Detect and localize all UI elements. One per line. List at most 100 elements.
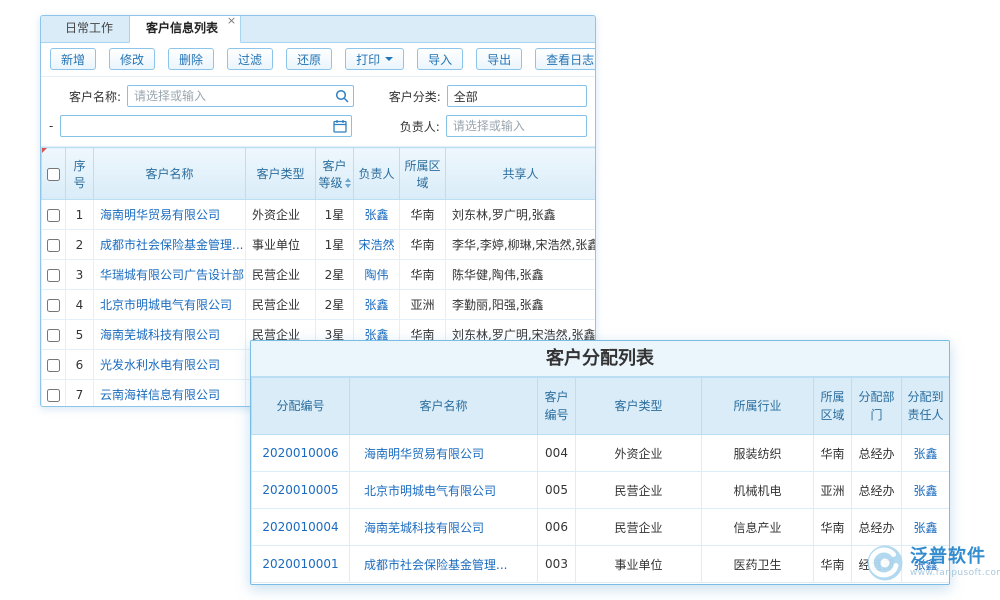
customer-name-link[interactable]: 海南明华贸易有限公司 [100, 208, 220, 222]
cell-no: 2 [66, 230, 94, 260]
sort-icon[interactable] [345, 178, 351, 188]
allocation-row[interactable]: 2020010005 北京市明城电气有限公司 005 民营企业 机械机电 亚洲 … [252, 472, 950, 509]
cell-region: 亚洲 [400, 290, 446, 320]
date-input-wrap [60, 115, 352, 137]
export-button[interactable]: 导出 [476, 48, 522, 70]
add-button[interactable]: 新增 [50, 48, 96, 70]
modify-button[interactable]: 修改 [109, 48, 155, 70]
table-row[interactable]: 4 北京市明城电气有限公司 民营企业 2星 张鑫 亚洲 李勤丽,阳强,张鑫 [42, 290, 596, 320]
customer-name-link[interactable]: 海南明华贸易有限公司 [364, 447, 484, 461]
assignee-link[interactable]: 张鑫 [913, 447, 937, 461]
owner-link[interactable]: 张鑫 [364, 298, 388, 312]
header-corner-mark [42, 148, 47, 153]
col-header-shared[interactable]: 共享人 [446, 148, 596, 200]
fanpu-logo-icon [866, 544, 904, 582]
watermark-text: 泛普软件 www.fanpusoft.com [910, 547, 1000, 578]
owner-input-wrap [446, 115, 587, 137]
cell-no: 5 [66, 320, 94, 350]
owner-input[interactable] [446, 115, 587, 137]
customer-name-link[interactable]: 北京市明城电气有限公司 [100, 298, 232, 312]
customer-name-link[interactable]: 海南芜城科技有限公司 [364, 521, 484, 535]
cell-type: 民营企业 [576, 472, 702, 509]
cell-dept: 总经办 [852, 509, 902, 546]
cell-cust-no: 005 [538, 472, 576, 509]
cell-cust-no: 004 [538, 435, 576, 472]
customer-name-link[interactable]: 光发水利水电有限公司 [100, 358, 220, 372]
cell-industry: 服装纺织 [702, 435, 814, 472]
col-header-dept[interactable]: 分配部门 [852, 378, 902, 435]
customer-name-link[interactable]: 北京市明城电气有限公司 [364, 484, 496, 498]
col-header-owner[interactable]: 负责人 [354, 148, 400, 200]
filter-area: 客户名称: 客户分类: - [41, 77, 595, 147]
row-checkbox[interactable] [47, 329, 60, 342]
col-header-cust-no[interactable]: 客户编号 [538, 378, 576, 435]
allocation-row[interactable]: 2020010006 海南明华贸易有限公司 004 外资企业 服装纺织 华南 总… [252, 435, 950, 472]
view-log-button[interactable]: 查看日志 [535, 48, 596, 70]
customer-name-link[interactable]: 成都市社会保险基金管理... [364, 558, 507, 572]
allocation-row[interactable]: 2020010004 海南芜城科技有限公司 006 民营企业 信息产业 华南 总… [252, 509, 950, 546]
row-checkbox[interactable] [47, 209, 60, 222]
col-header-type[interactable]: 客户类型 [246, 148, 316, 200]
select-all-checkbox[interactable] [47, 168, 60, 181]
col-header-customer-name[interactable]: 客户名称 [350, 378, 538, 435]
alloc-no-link[interactable]: 2020010006 [262, 446, 338, 460]
allocation-header-row: 分配编号 客户名称 客户编号 客户类型 所属行业 所属区域 分配部门 分配到责任… [252, 378, 950, 435]
cell-level: 1星 [316, 230, 354, 260]
assignee-link[interactable]: 张鑫 [913, 521, 937, 535]
table-row[interactable]: 3 华瑞城有限公司广告设计部 民营企业 2星 陶伟 华南 陈华健,陶伟,张鑫 [42, 260, 596, 290]
customer-name-input[interactable] [127, 85, 354, 107]
table-row[interactable]: 1 海南明华贸易有限公司 外资企业 1星 张鑫 华南 刘东林,罗广明,张鑫 [42, 200, 596, 230]
owner-link[interactable]: 宋浩然 [358, 238, 394, 252]
cell-region: 华南 [814, 509, 852, 546]
restore-button[interactable]: 还原 [286, 48, 332, 70]
cell-no: 3 [66, 260, 94, 290]
date-input[interactable] [60, 115, 352, 137]
col-header-assignee[interactable]: 分配到责任人 [902, 378, 950, 435]
row-checkbox[interactable] [47, 269, 60, 282]
calendar-icon[interactable] [333, 119, 347, 133]
cell-region: 华南 [814, 546, 852, 583]
customer-name-link[interactable]: 云南海祥信息有限公司 [100, 388, 220, 402]
cell-shared: 李华,李婷,柳琳,宋浩然,张鑫 [446, 230, 596, 260]
print-button[interactable]: 打印 [345, 48, 404, 70]
search-icon[interactable] [335, 89, 349, 103]
customer-category-input[interactable] [447, 85, 587, 107]
col-header-level[interactable]: 客户等级 [316, 148, 354, 200]
assignee-link[interactable]: 张鑫 [913, 484, 937, 498]
row-checkbox[interactable] [47, 299, 60, 312]
col-header-region[interactable]: 所属区域 [814, 378, 852, 435]
customer-name-link[interactable]: 海南芜城科技有限公司 [100, 328, 220, 342]
brand-url: www.fanpusoft.com [910, 568, 1000, 578]
col-header-industry[interactable]: 所属行业 [702, 378, 814, 435]
filter-button[interactable]: 过滤 [227, 48, 273, 70]
col-header-region[interactable]: 所属区域 [400, 148, 446, 200]
print-label: 打印 [356, 51, 380, 68]
allocation-row[interactable]: 2020010001 成都市社会保险基金管理... 003 事业单位 医药卫生 … [252, 546, 950, 583]
col-header-name[interactable]: 客户名称 [94, 148, 246, 200]
alloc-no-link[interactable]: 2020010005 [262, 483, 338, 497]
alloc-no-link[interactable]: 2020010001 [262, 557, 338, 571]
delete-button[interactable]: 删除 [168, 48, 214, 70]
col-header-type[interactable]: 客户类型 [576, 378, 702, 435]
cell-no: 7 [66, 380, 94, 408]
alloc-no-link[interactable]: 2020010004 [262, 520, 338, 534]
close-tab-icon[interactable]: × [227, 15, 236, 26]
cell-shared: 陈华健,陶伟,张鑫 [446, 260, 596, 290]
owner-link[interactable]: 陶伟 [364, 268, 388, 282]
customer-name-link[interactable]: 成都市社会保险基金管理... [100, 238, 243, 252]
col-header-alloc-no[interactable]: 分配编号 [252, 378, 350, 435]
tab-customer-info-list[interactable]: 客户信息列表 × [129, 15, 241, 43]
table-row[interactable]: 2 成都市社会保险基金管理... 事业单位 1星 宋浩然 华南 李华,李婷,柳琳… [42, 230, 596, 260]
cell-region: 华南 [814, 435, 852, 472]
owner-link[interactable]: 张鑫 [364, 208, 388, 222]
col-header-no[interactable]: 序号 [66, 148, 94, 200]
row-checkbox[interactable] [47, 239, 60, 252]
cell-region: 华南 [400, 230, 446, 260]
row-checkbox[interactable] [47, 359, 60, 372]
customer-name-link[interactable]: 华瑞城有限公司广告设计部 [100, 268, 244, 282]
tab-daily-work[interactable]: 日常工作 [49, 15, 129, 42]
cell-cust-no: 006 [538, 509, 576, 546]
row-checkbox[interactable] [47, 389, 60, 402]
import-button[interactable]: 导入 [417, 48, 463, 70]
cell-type: 事业单位 [576, 546, 702, 583]
